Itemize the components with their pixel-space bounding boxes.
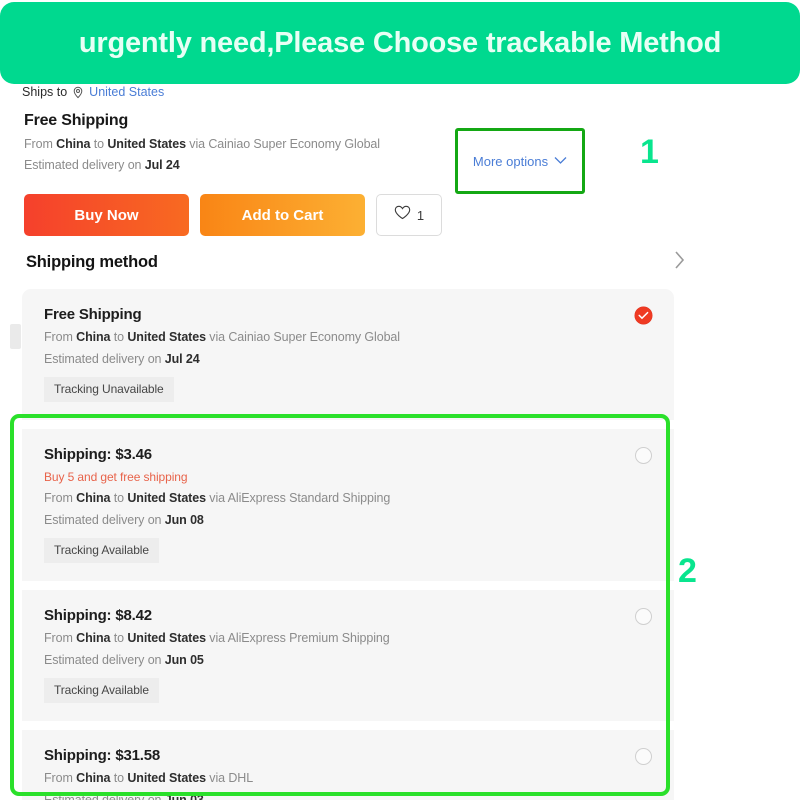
option-eta: Estimated delivery on Jun 03 <box>44 793 204 800</box>
ships-to-label: Ships to <box>22 85 68 99</box>
action-buttons: Buy Now Add to Cart 1 <box>24 194 442 236</box>
promo-banner-text: urgently need,Please Choose trackable Me… <box>78 26 722 59</box>
option-separator <box>22 420 674 429</box>
option-tracking-badge: Tracking Available <box>44 678 159 703</box>
option-route: From China to United States via DHL <box>44 771 254 785</box>
option-tracking-badge: Tracking Unavailable <box>44 377 174 402</box>
option-route: From China to United States via AliExpre… <box>44 491 391 505</box>
annotation-step-1: 1 <box>640 133 659 171</box>
page-root: urgently need,Please Choose trackable Me… <box>0 0 800 800</box>
option-promo: Buy 5 and get free shipping <box>44 470 188 484</box>
option-price: Shipping: $3.46 <box>44 446 152 463</box>
option-radio[interactable] <box>635 608 652 625</box>
shipping-option-row[interactable]: Shipping: $8.42 From China to United Stat… <box>22 590 674 721</box>
wishlist-button[interactable]: 1 <box>376 194 442 236</box>
option-tracking-badge: Tracking Available <box>44 538 159 563</box>
annotation-step-2: 2 <box>678 552 697 590</box>
location-pin-icon <box>72 86 84 99</box>
ships-to-row[interactable]: Ships to United States <box>22 85 164 99</box>
buy-now-button[interactable]: Buy Now <box>24 194 189 236</box>
scroll-nub[interactable] <box>10 324 21 349</box>
shipping-method-title: Shipping method <box>26 253 158 271</box>
heart-icon <box>394 205 411 225</box>
option-separator <box>22 581 674 590</box>
shipping-method-header[interactable]: Shipping method <box>26 250 686 275</box>
shipping-summary: Free Shipping From China to United State… <box>24 112 444 172</box>
chevron-down-icon <box>554 152 567 170</box>
option-radio-selected[interactable] <box>635 307 652 324</box>
summary-route: From China to United States via Cainiao … <box>24 137 380 151</box>
ships-to-country-link[interactable]: United States <box>89 85 164 99</box>
shipping-option-row[interactable]: Shipping: $31.58 From China to United Sta… <box>22 730 674 800</box>
option-route: From China to United States via Cainiao … <box>44 330 400 344</box>
summary-eta: Estimated delivery on Jul 24 <box>24 158 180 172</box>
option-route: From China to United States via AliExpre… <box>44 631 390 645</box>
shipping-option-row[interactable]: Shipping: $3.46 Buy 5 and get free shippi… <box>22 429 674 581</box>
more-options-label: More options <box>472 153 549 169</box>
option-radio[interactable] <box>635 748 652 765</box>
shipping-options-list: Free Shipping From China to United States… <box>22 289 674 800</box>
wishlist-count: 1 <box>416 207 425 223</box>
chevron-right-icon[interactable] <box>674 250 686 275</box>
option-separator <box>22 721 674 730</box>
option-eta: Estimated delivery on Jun 08 <box>44 513 204 527</box>
option-eta: Estimated delivery on Jun 05 <box>44 653 204 667</box>
shipping-options-viewport: Free Shipping From China to United States… <box>0 289 800 800</box>
option-price: Free Shipping <box>44 306 142 323</box>
promo-banner: urgently need,Please Choose trackable Me… <box>0 2 800 84</box>
option-eta: Estimated delivery on Jul 24 <box>44 352 200 366</box>
shipping-option-row[interactable]: Free Shipping From China to United States… <box>22 289 674 420</box>
add-to-cart-button[interactable]: Add to Cart <box>200 194 365 236</box>
option-price: Shipping: $8.42 <box>44 607 152 624</box>
option-price: Shipping: $31.58 <box>44 747 160 764</box>
option-radio[interactable] <box>635 447 652 464</box>
more-options-button[interactable]: More options <box>455 128 585 194</box>
summary-title: Free Shipping <box>24 112 129 129</box>
